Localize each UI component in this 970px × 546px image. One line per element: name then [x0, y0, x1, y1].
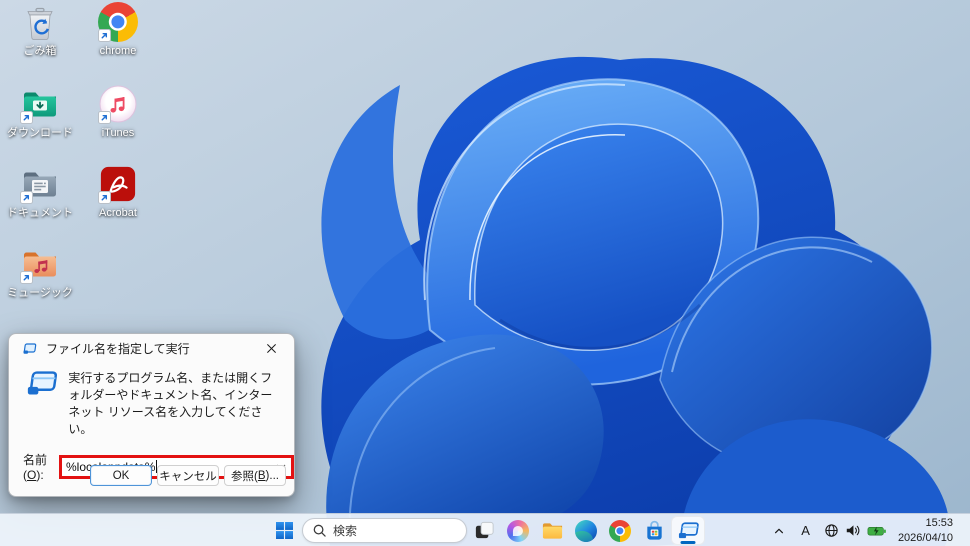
desktop-icon-documents[interactable]: ドキュメント	[0, 164, 80, 242]
shortcut-arrow-icon	[98, 29, 111, 42]
desktop-icon-label: ごみ箱	[23, 45, 57, 57]
copilot-icon	[507, 519, 529, 542]
shortcut-arrow-icon	[98, 111, 111, 124]
desktop-icon-chrome[interactable]: chrome	[78, 2, 158, 80]
shortcut-arrow-icon	[20, 111, 33, 124]
run-dialog-description: 実行するプログラム名、または開くフォルダーやドキュメント名、インターネット リソ…	[68, 371, 273, 437]
run-dialog-buttons: OK キャンセル 参照(B)...	[90, 465, 286, 486]
ok-button[interactable]: OK	[90, 465, 152, 486]
start-button[interactable]	[269, 517, 299, 544]
clock-date: 2026/04/10	[897, 531, 953, 544]
recycle-bin-icon	[27, 7, 53, 40]
network-globe-icon	[825, 524, 838, 537]
desktop-icon-label: ミュージック	[7, 287, 73, 299]
name-field-label: 名前(O):	[23, 453, 48, 483]
shortcut-arrow-icon	[20, 271, 33, 284]
shortcut-arrow-icon	[98, 191, 111, 204]
taskbar-clock[interactable]: 15:53 2026/04/10	[898, 516, 953, 545]
desktop-icon-downloads[interactable]: ダウンロード	[0, 84, 80, 162]
battery-charging-icon	[867, 526, 886, 535]
ime-mode-indicator[interactable]: A	[795, 517, 816, 544]
run-dialog: ファイル名を指定して実行 実行するプログラム名、または開くフォルダーやドキュメン…	[8, 333, 295, 497]
taskbar-apps	[467, 514, 705, 546]
desktop-icon-label: ダウンロード	[7, 127, 73, 139]
chevron-up-icon	[775, 528, 784, 533]
clock-time: 15:53	[925, 517, 953, 530]
run-dialog-titlebar[interactable]: ファイル名を指定して実行	[9, 334, 294, 363]
windows-start-icon	[275, 522, 293, 539]
desktop-icon-label: Acrobat	[99, 207, 137, 219]
run-window-icon	[23, 342, 37, 354]
desktop-icon-acrobat[interactable]: Acrobat	[78, 164, 158, 242]
run-dialog-body: 実行するプログラム名、または開くフォルダーやドキュメント名、インターネット リソ…	[9, 363, 294, 438]
microsoft-store-icon	[646, 520, 662, 540]
speaker-icon	[846, 525, 860, 536]
search-icon	[313, 524, 326, 537]
taskbar-app-run[interactable]	[671, 516, 705, 545]
run-window-icon	[678, 521, 699, 538]
taskbar: 検索 A 15:53 2026/04/10	[0, 513, 970, 546]
desktop-icon-music[interactable]: ミュージック	[0, 244, 80, 322]
system-tray: A 15:53 2026/04/10	[770, 514, 953, 546]
taskbar-search-box[interactable]: 検索	[302, 518, 467, 543]
run-glyph-icon	[27, 371, 58, 395]
desktop-icon-itunes[interactable]: iTunes	[78, 84, 158, 162]
browse-button[interactable]: 参照(B)...	[224, 465, 286, 486]
desktop-screen: ごみ箱 chrome ダウンロード iTunes ドキュメント Acrobat …	[0, 0, 970, 546]
file-explorer-icon	[542, 523, 562, 539]
volume-button[interactable]	[842, 517, 864, 544]
network-button[interactable]	[821, 517, 842, 544]
taskbar-app-edge[interactable]	[569, 516, 603, 545]
hidden-icons-button[interactable]	[770, 517, 788, 544]
taskbar-app-task-view[interactable]	[467, 516, 501, 545]
taskbar-app-microsoft-store[interactable]	[637, 516, 671, 545]
edge-icon	[575, 519, 597, 542]
shortcut-arrow-icon	[20, 191, 33, 204]
desktop-icon-recycle-bin[interactable]: ごみ箱	[0, 2, 80, 80]
close-icon[interactable]	[254, 337, 288, 361]
taskbar-app-copilot[interactable]	[501, 516, 535, 545]
battery-button[interactable]	[864, 517, 890, 544]
run-dialog-title: ファイル名を指定して実行	[46, 342, 190, 356]
search-placeholder: 検索	[333, 524, 358, 538]
cancel-button[interactable]: キャンセル	[157, 465, 219, 486]
task-view-icon	[475, 521, 494, 539]
desktop-icon-label: chrome	[99, 45, 137, 57]
desktop-icon-label: iTunes	[101, 127, 135, 139]
chrome-icon	[609, 519, 631, 542]
taskbar-app-file-explorer[interactable]	[535, 516, 569, 545]
desktop-icon-label: ドキュメント	[7, 207, 73, 219]
taskbar-app-chrome[interactable]	[603, 516, 637, 545]
